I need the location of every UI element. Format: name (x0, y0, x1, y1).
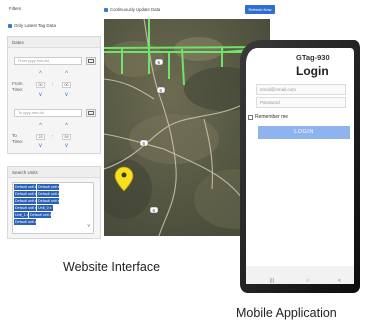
only-latest-label: Only Latest Tag Data (14, 23, 56, 28)
search-units-title: Search Units (8, 167, 100, 178)
to-minute-up-icon[interactable]: ^ (64, 123, 69, 129)
unit-tag[interactable]: Default unit x (29, 212, 51, 218)
unit-tag[interactable]: Default unit x (14, 205, 36, 211)
unit-tag[interactable]: Unit_1 x (14, 212, 28, 218)
unit-tag[interactable]: Default unit x (37, 184, 59, 190)
filters-sidebar: Filters Only Latest Tag Data Dates From … (6, 3, 102, 239)
mobile-caption: Mobile Application (236, 306, 337, 320)
checkbox-icon[interactable] (248, 114, 253, 120)
home-icon[interactable]: ○ (306, 278, 309, 284)
to-hour-up-icon[interactable]: ^ (38, 123, 43, 129)
calendar-icon (88, 111, 94, 115)
from-time-label: From Time: (12, 81, 24, 92)
from-hour-input[interactable]: 00 (36, 82, 45, 88)
units-multiselect[interactable]: Default unit x Default unit x Default un… (12, 182, 94, 234)
search-units-panel: Search Units Default unit x Default unit… (7, 166, 101, 239)
unit-tag[interactable]: Default unit x (14, 219, 36, 225)
checkbox-checked-icon[interactable] (104, 7, 108, 12)
from-calendar-button[interactable] (86, 57, 96, 65)
time-separator: : (52, 134, 54, 140)
from-minute-up-icon[interactable]: ^ (64, 71, 69, 77)
unit-tag[interactable]: Unit_0 x (37, 205, 53, 211)
email-input[interactable]: email@email.com (256, 84, 346, 95)
unit-tag[interactable]: Default unit x (14, 184, 36, 190)
recent-apps-icon[interactable]: ||| (270, 278, 274, 284)
continuously-update-checkbox[interactable]: Continuously Update Data (104, 7, 160, 12)
unit-tag[interactable]: Default unit x (14, 191, 36, 197)
login-button[interactable]: LOGIN (258, 126, 350, 139)
checkbox-checked-icon[interactable] (8, 23, 12, 28)
from-hour-down-icon[interactable]: v (38, 92, 43, 98)
remember-me-label: Remember me (255, 114, 289, 120)
dates-panel: Dates From yyyy-mm-dd From Time: ^ ^ 00 … (7, 36, 101, 154)
phone-mockup: GTag-930 Login email@email.com Password … (232, 38, 360, 294)
time-separator: : (52, 82, 54, 88)
dropdown-chevron-icon[interactable]: v (88, 223, 91, 229)
to-hour-down-icon[interactable]: v (38, 143, 43, 149)
to-time-label: To Time: (12, 133, 24, 144)
from-minute-input[interactable]: 00 (62, 82, 71, 88)
website-caption: Website Interface (63, 260, 161, 274)
remember-me-checkbox[interactable]: Remember me (248, 114, 288, 120)
back-icon[interactable]: < (338, 278, 341, 284)
to-hour-input[interactable]: 23 (36, 134, 45, 140)
password-input[interactable]: Password (256, 97, 346, 108)
unit-tag[interactable]: Default unit x (37, 198, 59, 204)
to-date-input[interactable]: To yyyy-mm-dd (14, 109, 82, 117)
calendar-icon (88, 59, 94, 63)
filters-title: Filters (9, 6, 22, 11)
login-heading: Login (296, 64, 329, 78)
from-hour-up-icon[interactable]: ^ (38, 71, 43, 77)
dates-title: Dates (8, 37, 100, 48)
unit-tag[interactable]: Default unit x (37, 191, 59, 197)
refresh-now-button[interactable]: Refresh Now (245, 5, 275, 14)
to-minute-down-icon[interactable]: v (64, 143, 69, 149)
only-latest-checkbox[interactable]: Only Latest Tag Data (8, 23, 56, 28)
from-date-input[interactable]: From yyyy-mm-dd (14, 57, 82, 65)
unit-tag[interactable]: Default unit x (14, 198, 36, 204)
app-title: GTag-930 (296, 53, 330, 62)
to-minute-input[interactable]: 59 (62, 134, 71, 140)
continuously-update-label: Continuously Update Data (110, 7, 161, 12)
from-minute-down-icon[interactable]: v (64, 92, 69, 98)
to-calendar-button[interactable] (86, 109, 96, 117)
